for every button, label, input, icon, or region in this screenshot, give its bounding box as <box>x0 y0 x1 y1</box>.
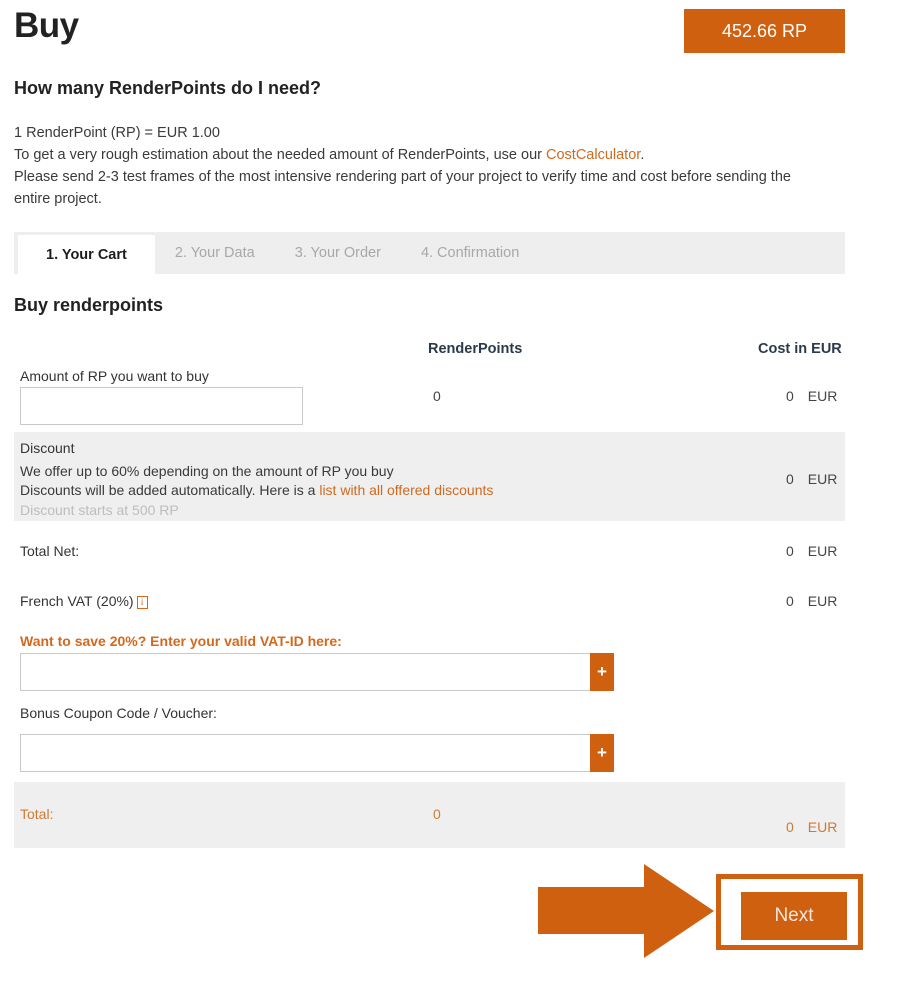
buy-renderpoints-heading: Buy renderpoints <box>14 295 164 315</box>
discount-cost-value: 0 EUR <box>786 471 837 487</box>
discount-list-link[interactable]: list with all offered discounts <box>319 482 493 498</box>
intro-line-2-prefix: To get a very rough estimation about the… <box>14 147 547 163</box>
total-cost-number: 0 <box>786 819 794 835</box>
coupon-label: Bonus Coupon Code / Voucher: <box>20 705 217 721</box>
vat-id-input[interactable] <box>20 653 590 691</box>
amount-cost-number: 0 <box>786 388 794 404</box>
discount-panel: Discount We offer up to 60% depending on… <box>14 432 845 521</box>
page-title: Buy <box>14 6 79 45</box>
discount-title: Discount <box>20 440 75 456</box>
discount-cost-number: 0 <box>786 471 794 487</box>
tab-your-cart[interactable]: 1. Your Cart <box>18 235 155 274</box>
vat-currency: EUR <box>807 593 838 609</box>
total-net-label: Total Net: <box>20 543 80 559</box>
discount-line-2-prefix: Discounts will be added automatically. H… <box>20 482 320 498</box>
rp-balance-badge[interactable]: 452.66 RP <box>684 9 845 53</box>
tab-your-data[interactable]: 2. Your Data <box>155 232 275 274</box>
column-header-cost: Cost in EUR <box>758 341 842 357</box>
intro-line-1: 1 RenderPoint (RP) = EUR 1.00 <box>14 125 220 141</box>
vat-number: 0 <box>786 593 794 609</box>
intro-line-2: To get a very rough estimation about the… <box>14 144 814 166</box>
intro-line-3: Please send 2-3 test frames of the most … <box>14 169 791 207</box>
amount-cost-value: 0 EUR <box>786 388 837 404</box>
right-arrow-icon <box>538 864 714 958</box>
total-net-currency: EUR <box>807 543 838 559</box>
buy-page: Buy 452.66 RP How many RenderPoints do I… <box>0 0 899 1001</box>
coupon-input-group: + <box>20 734 614 772</box>
discount-line-2: Discounts will be added automatically. H… <box>20 482 493 498</box>
intro-text: 1 RenderPoint (RP) = EUR 1.00 To get a v… <box>14 122 814 210</box>
vat-label-text: French VAT (20%) <box>20 593 134 609</box>
amount-input[interactable] <box>20 387 303 425</box>
costcalculator-link[interactable]: CostCalculator <box>546 147 640 163</box>
amount-renderpoints-value: 0 <box>433 388 441 404</box>
total-cost-currency: EUR <box>807 819 838 835</box>
total-net-number: 0 <box>786 543 794 559</box>
next-button-highlight: Next <box>716 874 863 950</box>
vat-id-add-button[interactable]: + <box>590 653 614 691</box>
vat-id-input-group: + <box>20 653 614 691</box>
discount-line-1: We offer up to 60% depending on the amou… <box>20 463 394 479</box>
coupon-add-button[interactable]: + <box>590 734 614 772</box>
tab-confirmation[interactable]: 4. Confirmation <box>401 232 539 274</box>
amount-cost-currency: EUR <box>807 388 838 404</box>
next-button[interactable]: Next <box>741 892 847 940</box>
total-label: Total: <box>20 806 54 822</box>
tab-your-order[interactable]: 3. Your Order <box>275 232 401 274</box>
vat-label: French VAT (20%) i <box>20 593 148 609</box>
amount-input-label: Amount of RP you want to buy <box>20 368 209 384</box>
total-panel: Total: 0 0 EUR <box>14 782 845 848</box>
total-cost-value: 0 EUR <box>786 819 837 835</box>
vat-id-label: Want to save 20%? Enter your valid VAT-I… <box>20 633 342 649</box>
discount-cost-currency: EUR <box>807 471 838 487</box>
total-renderpoints-value: 0 <box>433 806 441 822</box>
coupon-input[interactable] <box>20 734 590 772</box>
total-net-value: 0 EUR <box>786 543 837 559</box>
intro-line-2-suffix: . <box>640 147 645 163</box>
info-icon[interactable]: i <box>136 596 148 609</box>
section-heading-howmany: How many RenderPoints do I need? <box>14 78 322 98</box>
checkout-steps-tabbar: 1. Your Cart 2. Your Data 3. Your Order … <box>14 232 845 274</box>
discount-line-3: Discount starts at 500 RP <box>20 502 179 518</box>
column-header-renderpoints: RenderPoints <box>428 341 523 357</box>
vat-value: 0 EUR <box>786 593 837 609</box>
